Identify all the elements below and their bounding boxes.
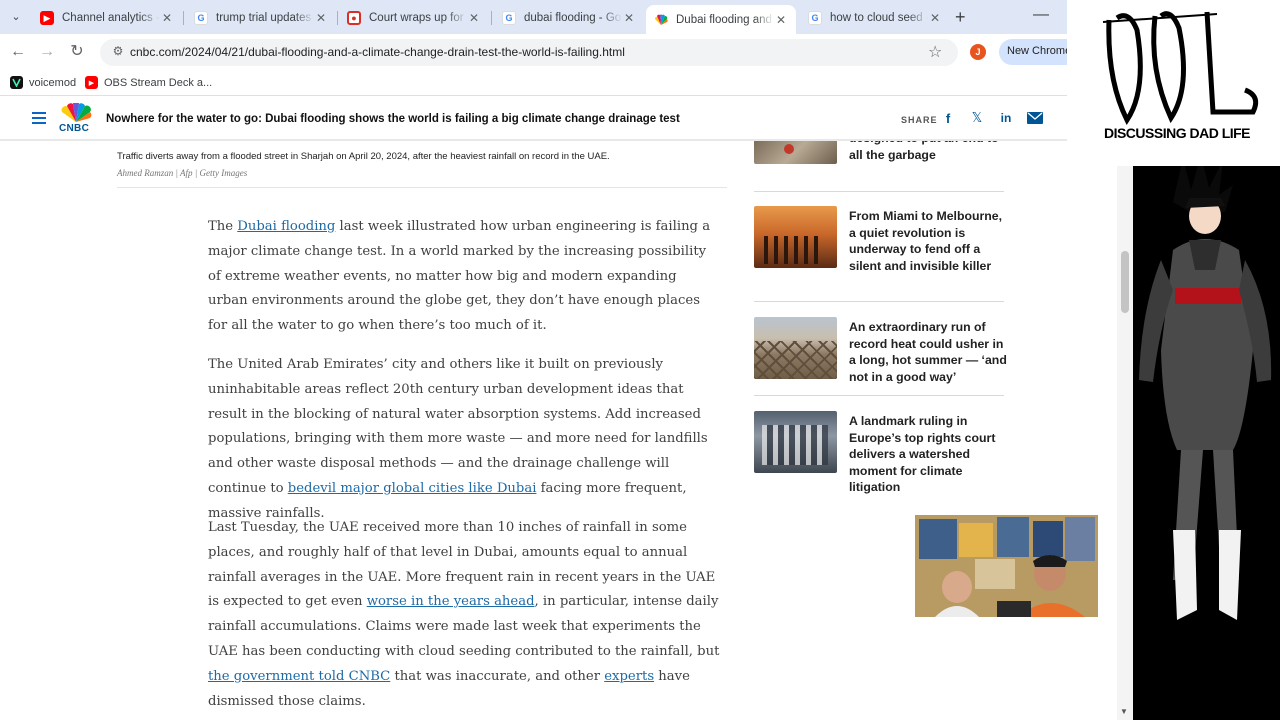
close-tab-icon[interactable]: ✕ (160, 11, 174, 25)
tab-channel-analytics[interactable]: ▶ Channel analytics - Yo ✕ (32, 5, 182, 31)
browser-toolbar: ← → ↻ ⚙ cnbc.com/2024/04/21/dubai-floodi… (0, 34, 1067, 70)
article-paragraph-2: The United Arab Emirates’ city and other… (208, 353, 720, 527)
url-text[interactable]: cnbc.com/2024/04/21/dubai-flooding-and-a… (130, 45, 625, 59)
share-label: SHARE (901, 115, 938, 125)
google-icon: G (194, 11, 208, 25)
channel-logo-panel (1067, 0, 1280, 166)
related-stories: designed to put an end to all the garbag… (754, 131, 1007, 720)
tab-title: Dubai flooding and a c (676, 13, 774, 26)
tab-strip: ⌄ ▶ Channel analytics - Yo ✕ G trump tri… (0, 0, 1067, 34)
new-chrome-button[interactable]: New Chrome (999, 39, 1067, 65)
sticky-headline: Nowhere for the water to go: Dubai flood… (106, 113, 680, 125)
close-tab-icon[interactable]: ✕ (622, 11, 636, 25)
tab-trump-trial[interactable]: G trump trial updates - G ✕ (186, 5, 336, 31)
page-scrollbar[interactable]: ▼ (1117, 97, 1133, 720)
story-thumbnail[interactable] (754, 411, 837, 473)
article-body: Traffic diverts away from a flooded stre… (0, 141, 740, 720)
profile-avatar[interactable]: J (970, 44, 986, 60)
youtube-icon: ▶ (85, 76, 98, 89)
tab-dubai-flooding-article[interactable]: Dubai flooding and a c ✕ (646, 5, 796, 34)
minimize-button[interactable]: — (1033, 6, 1049, 24)
story-title[interactable]: From Miami to Melbourne, a quiet revolut… (849, 208, 1009, 274)
bookmark-obs-stream-deck[interactable]: ▶ OBS Stream Deck a... (85, 76, 212, 89)
news-icon: ● (347, 11, 361, 25)
youtube-icon: ▶ (40, 11, 54, 25)
x-twitter-icon[interactable]: 𝕏 (969, 110, 985, 126)
caption-divider (117, 187, 727, 188)
story-thumbnail[interactable] (754, 140, 837, 164)
channel-brand-text: DISCUSSING DAD LIFE (1103, 125, 1251, 141)
tab-title: how to cloud seed - G (830, 12, 928, 24)
story-divider (754, 191, 1004, 192)
text: The United Arab Emirates’ city and other… (208, 357, 708, 496)
story-title[interactable]: A landmark ruling in Europe’s top rights… (849, 413, 1009, 496)
bookmarks-bar: voicemod ▶ OBS Stream Deck a... (0, 70, 1067, 96)
ddl-monogram-logo (1102, 11, 1259, 125)
webcam-feed (915, 515, 1098, 617)
google-icon: G (808, 11, 822, 25)
tab-separator (491, 11, 492, 25)
tab-title: Court wraps up for the (369, 12, 467, 24)
photo-credit: Ahmed Ramzan | Afp | Getty Images (117, 168, 248, 178)
story-divider (754, 395, 1004, 396)
bedevil-cities-link[interactable]: bedevil major global cities like Dubai (288, 481, 537, 496)
photo-caption: Traffic diverts away from a flooded stre… (117, 151, 610, 162)
government-told-cnbc-link[interactable]: the government told CNBC (208, 669, 390, 684)
bookmark-star-icon[interactable]: ☆ (928, 42, 942, 62)
thumbnail-detail (784, 144, 794, 154)
thumbnail-detail (754, 341, 837, 379)
tab-search-button[interactable]: ⌄ (6, 8, 26, 26)
facebook-icon[interactable]: f (940, 110, 956, 126)
reload-button[interactable]: ↻ (67, 42, 87, 62)
story-thumbnail[interactable] (754, 206, 837, 268)
close-tab-icon[interactable]: ✕ (774, 13, 788, 27)
webcam-image (915, 515, 1098, 617)
thumbnail-detail (764, 236, 824, 264)
new-tab-button[interactable]: + (955, 8, 966, 26)
bookmark-voicemod[interactable]: voicemod (10, 76, 76, 89)
cnbc-wordmark: CNBC (59, 123, 90, 134)
cnbc-page: CNBC Nowhere for the water to go: Dubai … (0, 97, 1133, 720)
close-tab-icon[interactable]: ✕ (928, 11, 942, 25)
site-header: CNBC Nowhere for the water to go: Dubai … (0, 97, 1067, 141)
linkedin-icon[interactable]: in (998, 110, 1014, 126)
google-icon: G (502, 11, 516, 25)
anime-character-illustration (1139, 155, 1272, 620)
experts-link[interactable]: experts (604, 669, 654, 684)
article-paragraph-1: The Dubai flooding last week illustrated… (208, 215, 720, 339)
menu-icon[interactable] (32, 112, 46, 124)
text: that was inaccurate, and other (390, 668, 605, 684)
tab-dubai-flooding-search[interactable]: G dubai flooding - Goo ✕ (494, 5, 644, 31)
tab-title: dubai flooding - Goo (524, 12, 622, 24)
close-tab-icon[interactable]: ✕ (467, 11, 481, 25)
tab-court-wraps[interactable]: ● Court wraps up for the ✕ (339, 5, 489, 31)
story-thumbnail[interactable] (754, 317, 837, 379)
thumbnail-detail (762, 425, 828, 465)
forward-button[interactable]: → (37, 42, 57, 62)
worse-years-ahead-link[interactable]: worse in the years ahead (367, 594, 535, 609)
scroll-down-arrow-icon[interactable]: ▼ (1120, 707, 1128, 716)
tab-how-to-cloud-seed[interactable]: G how to cloud seed - G ✕ (800, 5, 950, 31)
article-paragraph-3: Last Tuesday, the UAE received more than… (208, 516, 720, 714)
bookmark-label: voicemod (29, 76, 77, 89)
nbc-peacock-icon (654, 12, 668, 27)
dubai-flooding-link[interactable]: Dubai flooding (237, 219, 335, 234)
story-title[interactable]: An extraordinary run of record heat coul… (849, 319, 1009, 385)
text: last week illustrated how urban engineer… (208, 219, 711, 334)
site-info-icon[interactable]: ⚙ (110, 44, 126, 60)
scrollbar-thumb[interactable] (1121, 251, 1129, 313)
story-divider (754, 301, 1004, 302)
bookmark-label: OBS Stream Deck a... (104, 76, 213, 89)
back-button[interactable]: ← (8, 42, 28, 62)
voicemod-icon (10, 76, 23, 89)
tab-title: Channel analytics - Yo (62, 12, 160, 24)
address-bar[interactable]: ⚙ cnbc.com/2024/04/21/dubai-flooding-and… (100, 39, 958, 66)
email-icon[interactable] (1027, 110, 1043, 126)
tab-separator (337, 11, 338, 25)
tab-title: trump trial updates - G (216, 12, 314, 24)
text: The (208, 219, 238, 234)
close-tab-icon[interactable]: ✕ (314, 11, 328, 25)
tab-separator (183, 11, 184, 25)
